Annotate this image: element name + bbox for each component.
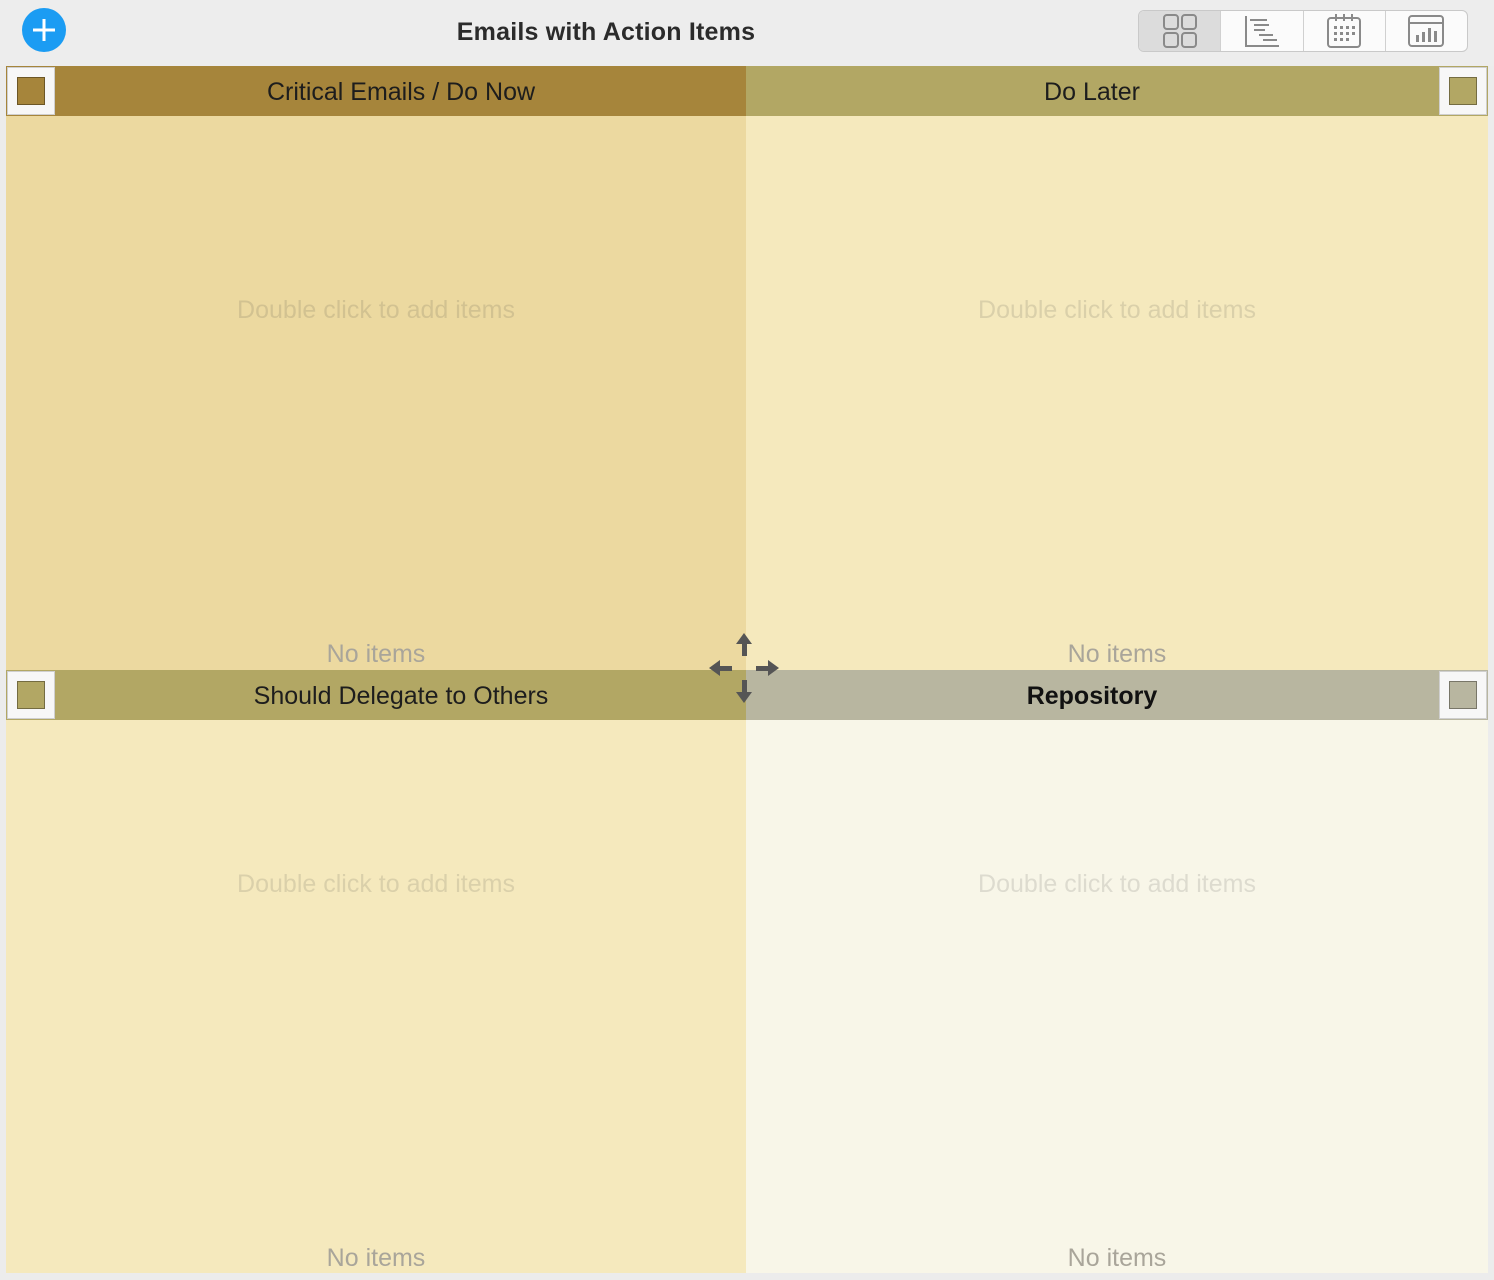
toolbar: Emails with Action Items bbox=[0, 0, 1494, 66]
add-items-hint: Double click to add items bbox=[237, 870, 515, 898]
move-handle[interactable] bbox=[704, 628, 784, 708]
no-items-label: No items bbox=[1067, 640, 1167, 668]
calendar-view-button[interactable] bbox=[1302, 11, 1385, 51]
chart-view-button[interactable] bbox=[1384, 11, 1467, 51]
no-items-label: No items bbox=[326, 1244, 426, 1272]
quadrant-header: Repository bbox=[746, 670, 1488, 720]
quadrant-color-picker[interactable] bbox=[1439, 67, 1487, 115]
quadrant-repository[interactable]: Repository Double click to add items No … bbox=[746, 670, 1488, 1273]
quadrant-title: Repository bbox=[1026, 682, 1158, 710]
quadrant-color-picker[interactable] bbox=[7, 67, 55, 115]
add-items-hint: Double click to add items bbox=[978, 870, 1256, 898]
quadrant-title: Critical Emails / Do Now bbox=[266, 78, 536, 106]
quadrant-color-picker[interactable] bbox=[7, 671, 55, 719]
view-switcher bbox=[1138, 10, 1468, 52]
grid-view-icon bbox=[1162, 14, 1197, 48]
quadrant-delegate[interactable]: Should Delegate to Others Double click t… bbox=[6, 670, 746, 1273]
quadrant-header: Should Delegate to Others bbox=[6, 670, 746, 720]
quadrant-body[interactable]: Double click to add items No items bbox=[746, 720, 1488, 1273]
chart-view-icon bbox=[1408, 15, 1445, 47]
quadrant-do-later[interactable]: Do Later Double click to add items No it… bbox=[746, 66, 1488, 670]
document-title: Emails with Action Items bbox=[456, 18, 756, 46]
quadrant-critical-do-now[interactable]: Critical Emails / Do Now Double click to… bbox=[6, 66, 746, 670]
no-items-label: No items bbox=[326, 640, 426, 668]
app-window: Emails with Action Items Critical Emails… bbox=[0, 0, 1494, 1280]
quadrant-color-picker[interactable] bbox=[1439, 671, 1487, 719]
quadrant-header: Do Later bbox=[746, 66, 1488, 116]
move-arrows-icon bbox=[709, 633, 779, 703]
outline-view-icon bbox=[1244, 16, 1279, 47]
grid-view-button[interactable] bbox=[1139, 11, 1221, 51]
add-items-hint: Double click to add items bbox=[978, 296, 1256, 324]
quadrant-header: Critical Emails / Do Now bbox=[6, 66, 746, 116]
quadrant-body[interactable]: Double click to add items No items bbox=[6, 116, 746, 670]
outline-view-button[interactable] bbox=[1220, 11, 1302, 51]
quadrant-body[interactable]: Double click to add items No items bbox=[6, 720, 746, 1273]
quadrant-title: Should Delegate to Others bbox=[253, 682, 549, 710]
add-items-hint: Double click to add items bbox=[237, 296, 515, 324]
calendar-view-icon bbox=[1327, 14, 1362, 48]
quadrant-title: Do Later bbox=[1044, 78, 1140, 106]
quadrant-body[interactable]: Double click to add items No items bbox=[746, 116, 1488, 670]
no-items-label: No items bbox=[1067, 1244, 1167, 1272]
